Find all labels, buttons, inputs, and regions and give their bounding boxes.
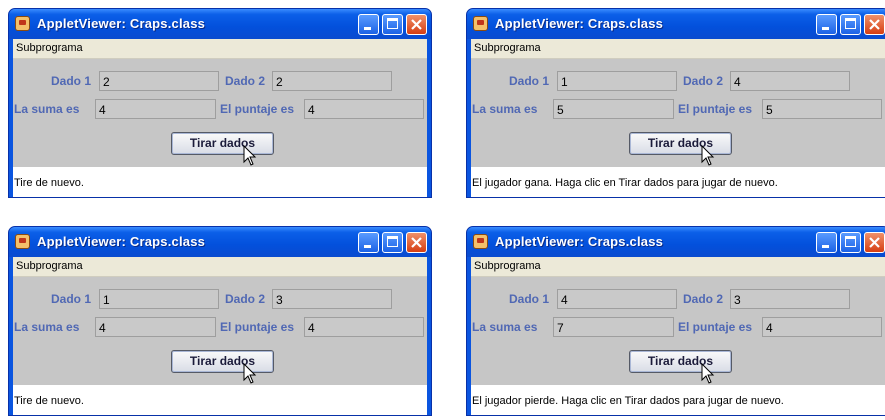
applet-icon xyxy=(15,234,30,249)
sum-field[interactable]: 5 xyxy=(553,99,674,119)
point-label: El puntaje es xyxy=(678,102,753,116)
maximize-icon[interactable] xyxy=(382,14,403,35)
die1-label: Dado 1 xyxy=(509,74,550,88)
sum-label: La suma es xyxy=(472,102,538,116)
mouse-pointer-icon xyxy=(701,145,715,166)
minimize-icon[interactable] xyxy=(816,232,837,253)
die2-label: Dado 2 xyxy=(225,292,266,306)
minimize-icon[interactable] xyxy=(816,14,837,35)
roll-dice-button[interactable]: Tirar dados xyxy=(629,350,732,373)
applet-window-3: AppletViewer: Craps.class Subprograma Da… xyxy=(8,226,432,416)
menu-bar: Subprograma xyxy=(471,257,885,277)
die2-field[interactable]: 3 xyxy=(272,289,392,309)
applet-icon xyxy=(15,16,30,31)
title-bar[interactable]: AppletViewer: Craps.class xyxy=(9,9,431,39)
window-title: AppletViewer: Craps.class xyxy=(495,16,664,31)
applet-window-1: AppletViewer: Craps.class Subprograma Da… xyxy=(8,8,432,198)
die1-field[interactable]: 2 xyxy=(99,71,219,91)
menu-bar: Subprograma xyxy=(13,39,427,59)
menu-subprograma[interactable]: Subprograma xyxy=(474,260,541,272)
point-label: El puntaje es xyxy=(220,320,295,334)
menu-subprograma[interactable]: Subprograma xyxy=(474,42,541,54)
maximize-icon[interactable] xyxy=(840,14,861,35)
status-bar: Tire de nuevo. xyxy=(13,167,427,197)
status-bar: El jugador gana. Haga clic en Tirar dado… xyxy=(471,167,885,197)
sum-label: La suma es xyxy=(14,102,80,116)
die1-label: Dado 1 xyxy=(51,292,92,306)
applet-window-4: AppletViewer: Craps.class Subprograma Da… xyxy=(466,226,885,416)
die1-label: Dado 1 xyxy=(51,74,92,88)
roll-dice-button[interactable]: Tirar dados xyxy=(171,350,274,373)
point-field[interactable]: 4 xyxy=(304,317,424,337)
sum-label: La suma es xyxy=(472,320,538,334)
roll-dice-button[interactable]: Tirar dados xyxy=(171,132,274,155)
die2-label: Dado 2 xyxy=(683,74,724,88)
applet-panel: Subprograma Dado 1 4 Dado 2 3 La suma es… xyxy=(471,257,885,415)
window-title: AppletViewer: Craps.class xyxy=(37,234,206,249)
point-label: El puntaje es xyxy=(678,320,753,334)
die2-field[interactable]: 2 xyxy=(272,71,392,91)
maximize-icon[interactable] xyxy=(840,232,861,253)
die2-field[interactable]: 4 xyxy=(730,71,850,91)
point-field[interactable]: 5 xyxy=(762,99,882,119)
close-icon[interactable] xyxy=(864,14,885,35)
applet-window-2: AppletViewer: Craps.class Subprograma Da… xyxy=(466,8,885,198)
sum-field[interactable]: 7 xyxy=(553,317,674,337)
close-icon[interactable] xyxy=(406,232,427,253)
minimize-icon[interactable] xyxy=(358,232,379,253)
status-bar: Tire de nuevo. xyxy=(13,385,427,415)
applet-panel: Subprograma Dado 1 1 Dado 2 3 La suma es… xyxy=(13,257,427,415)
minimize-icon[interactable] xyxy=(358,14,379,35)
point-field[interactable]: 4 xyxy=(762,317,882,337)
roll-dice-button[interactable]: Tirar dados xyxy=(629,132,732,155)
die1-field[interactable]: 4 xyxy=(557,289,677,309)
applet-panel: Subprograma Dado 1 2 Dado 2 2 La suma es… xyxy=(13,39,427,197)
title-bar[interactable]: AppletViewer: Craps.class xyxy=(467,227,885,257)
point-label: El puntaje es xyxy=(220,102,295,116)
close-icon[interactable] xyxy=(864,232,885,253)
window-title: AppletViewer: Craps.class xyxy=(495,234,664,249)
point-field[interactable]: 4 xyxy=(304,99,424,119)
applet-icon xyxy=(473,16,488,31)
menu-subprograma[interactable]: Subprograma xyxy=(16,260,83,272)
applet-icon xyxy=(473,234,488,249)
sum-field[interactable]: 4 xyxy=(95,99,216,119)
die2-field[interactable]: 3 xyxy=(730,289,850,309)
title-bar[interactable]: AppletViewer: Craps.class xyxy=(9,227,431,257)
die1-label: Dado 1 xyxy=(509,292,550,306)
mouse-pointer-icon xyxy=(243,145,257,166)
title-bar[interactable]: AppletViewer: Craps.class xyxy=(467,9,885,39)
sum-label: La suma es xyxy=(14,320,80,334)
sum-field[interactable]: 4 xyxy=(95,317,216,337)
maximize-icon[interactable] xyxy=(382,232,403,253)
mouse-pointer-icon xyxy=(243,363,257,384)
menu-subprograma[interactable]: Subprograma xyxy=(16,42,83,54)
die1-field[interactable]: 1 xyxy=(557,71,677,91)
close-icon[interactable] xyxy=(406,14,427,35)
die2-label: Dado 2 xyxy=(683,292,724,306)
die1-field[interactable]: 1 xyxy=(99,289,219,309)
die2-label: Dado 2 xyxy=(225,74,266,88)
mouse-pointer-icon xyxy=(701,363,715,384)
menu-bar: Subprograma xyxy=(471,39,885,59)
window-title: AppletViewer: Craps.class xyxy=(37,16,206,31)
applet-panel: Subprograma Dado 1 1 Dado 2 4 La suma es… xyxy=(471,39,885,197)
menu-bar: Subprograma xyxy=(13,257,427,277)
status-bar: El jugador pierde. Haga clic en Tirar da… xyxy=(471,385,885,415)
